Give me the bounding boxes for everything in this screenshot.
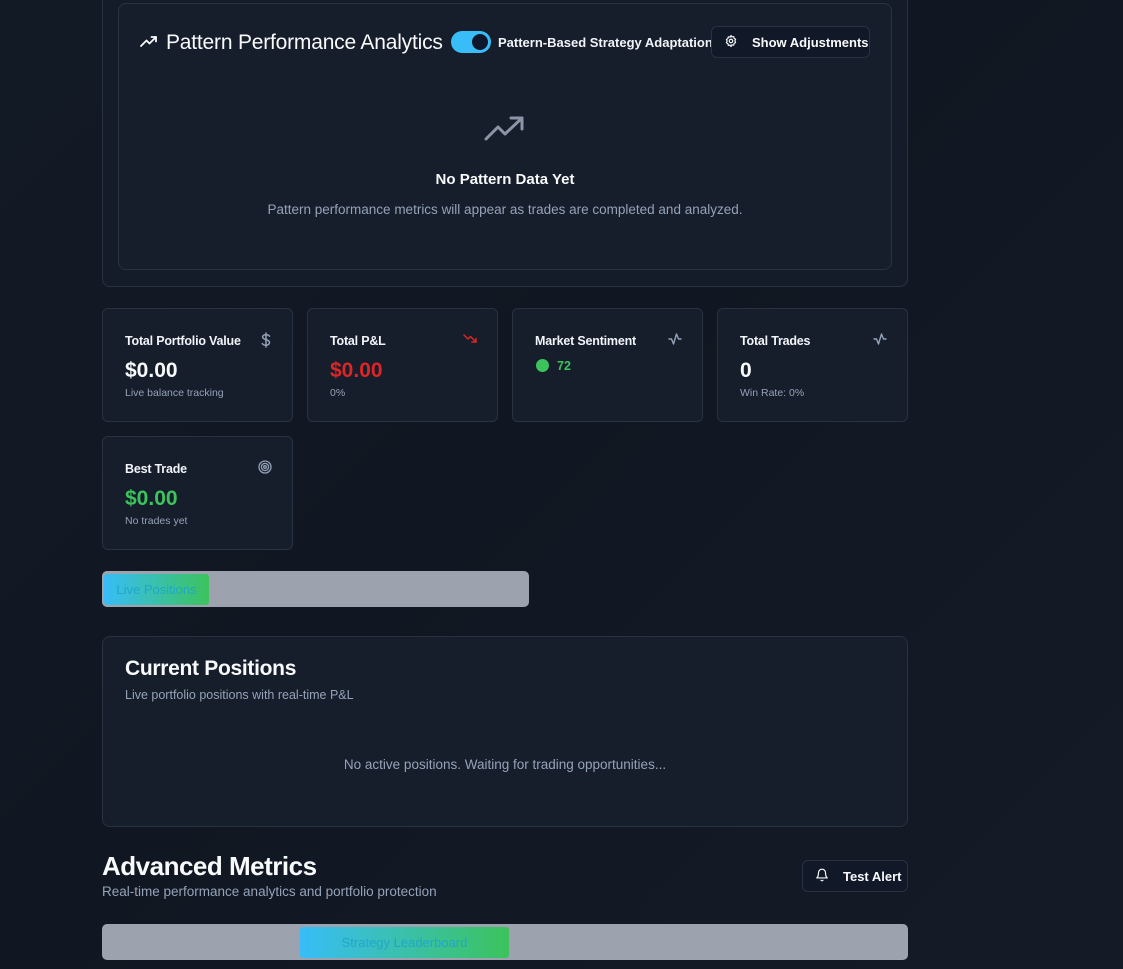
stat-value: $0.00 <box>125 359 178 382</box>
stat-value: $0.00 <box>125 487 178 510</box>
advanced-metrics-title: Advanced Metrics <box>102 851 317 881</box>
stat-subtext: 0% <box>330 387 346 399</box>
sentiment-value: 72 <box>557 359 571 373</box>
test-alert-button[interactable]: Test Alert <box>802 860 908 892</box>
current-positions-title: Current Positions <box>125 657 297 680</box>
trending-down-icon <box>463 332 477 350</box>
pattern-analytics-header: Pattern Performance Analytics <box>140 28 443 58</box>
bell-icon <box>815 868 829 885</box>
stat-subtext: No trades yet <box>125 515 188 527</box>
stat-title: Total Portfolio Value <box>125 334 241 348</box>
stat-value: $0.00 <box>330 359 383 382</box>
empty-state-title: No Pattern Data Yet <box>435 171 575 188</box>
stat-card-market-sentiment: Market Sentiment 72 <box>512 308 703 422</box>
stat-value: 0 <box>740 359 752 382</box>
stat-card-portfolio-value: Total Portfolio Value $0.00 Live balance… <box>102 308 293 422</box>
stat-title: Total Trades <box>740 334 811 348</box>
stat-card-best-trade: Best Trade $0.00 No trades yet <box>102 436 293 550</box>
show-adjustments-button[interactable]: Show Adjustments <box>711 26 870 58</box>
sentiment-indicator-dot <box>536 359 549 372</box>
stat-title: Best Trade <box>125 462 187 476</box>
target-icon <box>258 460 272 479</box>
dollar-icon <box>260 332 272 353</box>
advanced-metrics-subtitle: Real-time performance analytics and port… <box>102 884 437 899</box>
stat-card-total-trades: Total Trades 0 Win Rate: 0% <box>717 308 908 422</box>
stat-subtext: Live balance tracking <box>125 387 224 399</box>
stat-title: Total P&L <box>330 334 386 348</box>
positions-empty-message: No active positions. Waiting for trading… <box>343 757 667 772</box>
gear-icon <box>724 34 738 51</box>
trending-up-icon <box>484 115 526 148</box>
stat-title: Market Sentiment <box>535 334 636 348</box>
tab-strategy-leaderboard[interactable]: Strategy Leaderboard <box>300 927 509 958</box>
strategy-adaptation-toggle[interactable] <box>451 31 491 53</box>
activity-icon <box>668 332 682 351</box>
empty-state-description: Pattern performance metrics will appear … <box>267 202 743 217</box>
trending-up-icon <box>140 34 158 53</box>
stat-subtext: Win Rate: 0% <box>740 387 805 399</box>
strategy-adaptation-label: Pattern-Based Strategy Adaptation <box>498 35 713 50</box>
stat-card-total-pnl: Total P&L $0.00 0% <box>307 308 498 422</box>
current-positions-subtitle: Live portfolio positions with real-time … <box>125 688 354 702</box>
page-title: Pattern Performance Analytics <box>166 31 443 54</box>
activity-icon <box>873 332 887 351</box>
show-adjustments-label: Show Adjustments <box>752 34 869 50</box>
test-alert-label: Test Alert <box>843 868 902 884</box>
toggle-knob <box>472 34 488 50</box>
tab-live-positions[interactable]: Live Positions <box>104 574 209 605</box>
